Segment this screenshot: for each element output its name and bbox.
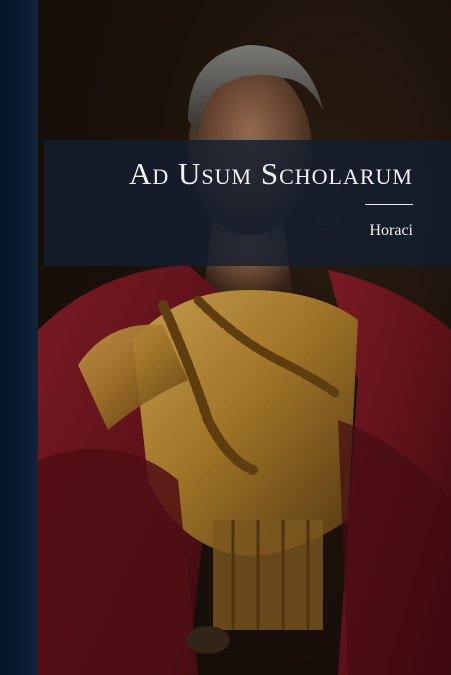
- title-divider: [365, 204, 413, 205]
- book-cover: Ad Usum Scholarum Horaci: [0, 0, 451, 675]
- cover-spine-strip: [0, 0, 38, 675]
- title-band: Ad Usum Scholarum Horaci: [44, 140, 451, 266]
- book-author: Horaci: [369, 222, 413, 239]
- cover-illustration: [38, 0, 451, 675]
- book-title: Ad Usum Scholarum: [129, 156, 413, 191]
- portrait-illustration: [38, 0, 451, 675]
